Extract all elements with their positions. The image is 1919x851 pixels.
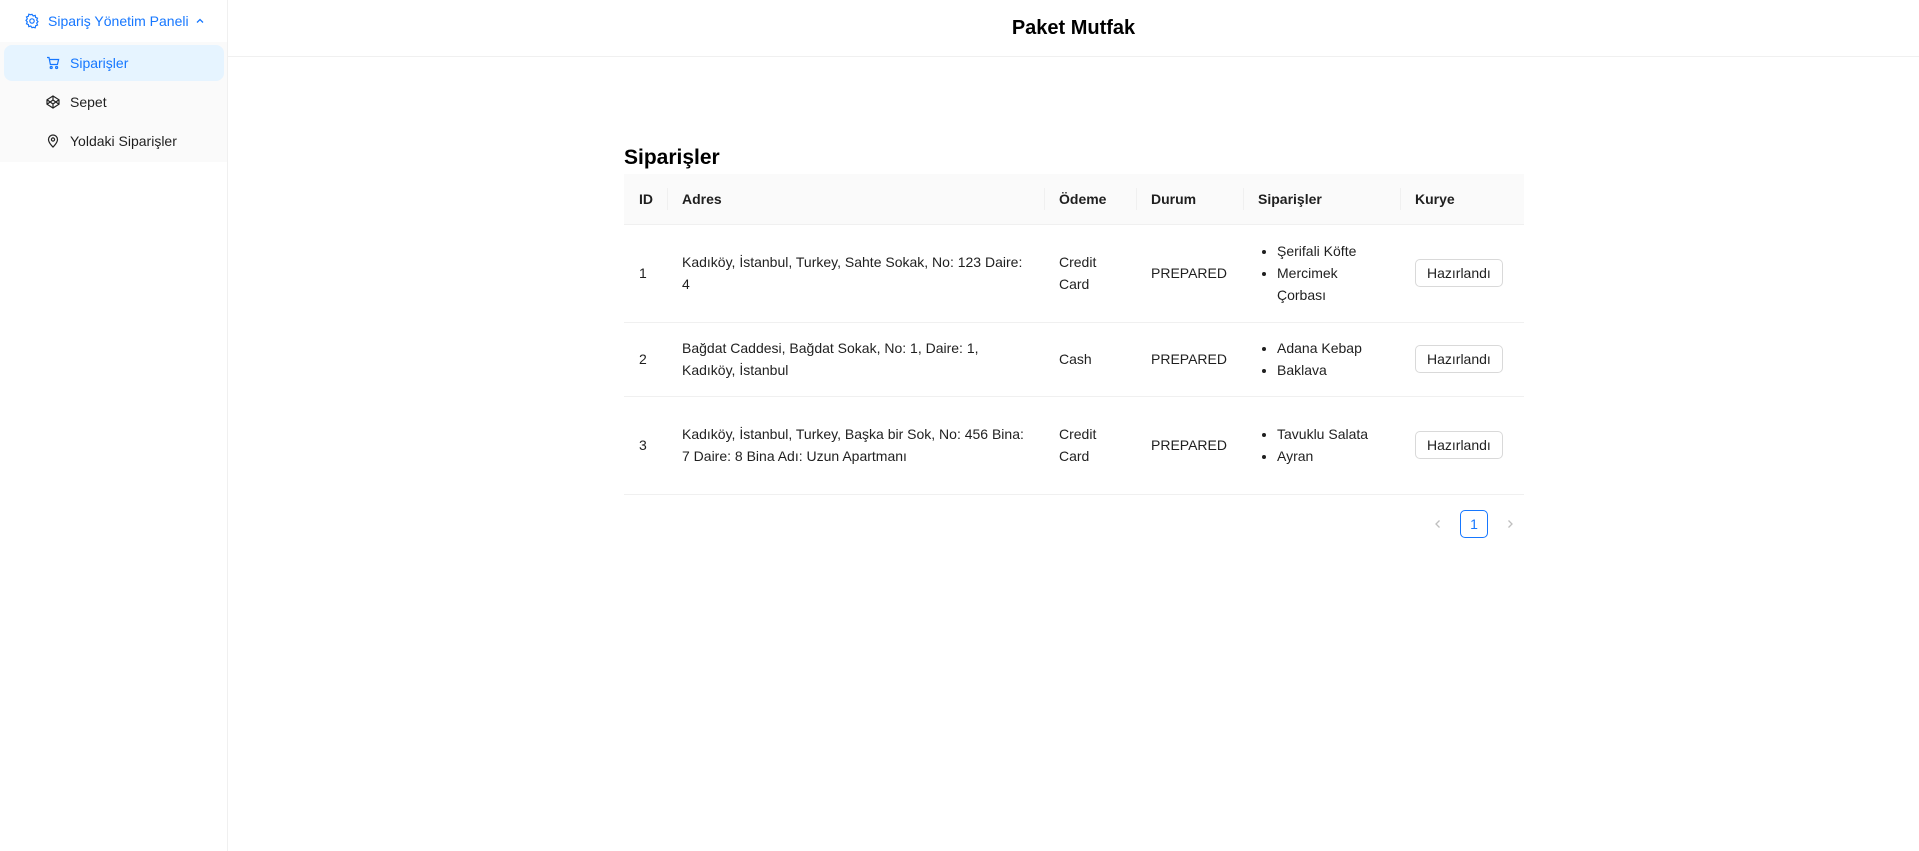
cell-address: Bağdat Caddesi, Bağdat Sokak, No: 1, Dai… — [667, 322, 1044, 397]
pagination: 1 — [1424, 510, 1524, 538]
pagination-prev-button[interactable] — [1424, 510, 1452, 538]
order-item: Tavuklu Salata — [1277, 423, 1385, 445]
cell-payment: Cash — [1044, 322, 1136, 397]
cell-items: Şerifali Köfte Mercimek Çorbası — [1243, 224, 1400, 323]
column-header-siparisler: Siparişler — [1243, 174, 1400, 225]
cell-status: PREPARED — [1136, 224, 1243, 323]
codepen-icon — [46, 95, 60, 109]
cell-address: Kadıköy, İstanbul, Turkey, Sahte Sokak, … — [667, 224, 1044, 323]
table-header-row: ID Adres Ödeme Durum Siparişler Kurye — [624, 174, 1524, 225]
location-icon — [46, 134, 60, 148]
sidebar-item-label: Siparişler — [70, 55, 129, 71]
app-title: Paket Mutfak — [1011, 16, 1136, 39]
table-row: 3 Kadıköy, İstanbul, Turkey, Başka bir S… — [624, 396, 1524, 495]
order-item: Şerifali Köfte — [1277, 240, 1385, 262]
cell-items: Tavuklu Salata Ayran — [1243, 396, 1400, 495]
orders-table: ID Adres Ödeme Durum Siparişler Kurye 1 … — [624, 174, 1524, 495]
submenu-items: Siparişler Sepet Yoldaki Siparişler — [0, 42, 227, 162]
hazirlandi-button[interactable]: Hazırlandı — [1415, 345, 1503, 373]
column-header-odeme: Ödeme — [1044, 174, 1136, 225]
cell-courier: Hazırlandı — [1400, 224, 1524, 323]
chevron-right-icon — [1508, 520, 1513, 528]
order-item: Baklava — [1277, 359, 1385, 381]
sidebar-item-label: Yoldaki Siparişler — [70, 133, 177, 149]
cell-courier: Hazırlandı — [1400, 322, 1524, 397]
page-title: Siparişler — [624, 146, 720, 169]
column-header-adres: Adres — [667, 174, 1044, 225]
column-header-durum: Durum — [1136, 174, 1243, 225]
cell-id: 1 — [624, 224, 667, 323]
cell-items: Adana Kebap Baklava — [1243, 322, 1400, 397]
cart-icon — [46, 56, 60, 70]
sidebar-item-yoldaki-siparisler[interactable]: Yoldaki Siparişler — [4, 123, 224, 159]
cell-status: PREPARED — [1136, 322, 1243, 397]
sidebar: Sipariş Yönetim Paneli Siparişler Sepet — [0, 0, 228, 851]
cell-id: 3 — [624, 396, 667, 495]
sidebar-item-label: Sepet — [70, 94, 107, 110]
cell-courier: Hazırlandı — [1400, 396, 1524, 495]
table-row: 1 Kadıköy, İstanbul, Turkey, Sahte Sokak… — [624, 224, 1524, 323]
order-item: Mercimek Çorbası — [1277, 262, 1385, 306]
cell-payment: Credit Card — [1044, 224, 1136, 323]
chevron-up-icon — [195, 16, 205, 26]
pagination-page-1[interactable]: 1 — [1460, 510, 1488, 538]
cell-payment: Credit Card — [1044, 396, 1136, 495]
column-header-kurye: Kurye — [1400, 174, 1524, 225]
pagination-next-button[interactable] — [1496, 510, 1524, 538]
cell-status: PREPARED — [1136, 396, 1243, 495]
sidebar-item-sepet[interactable]: Sepet — [4, 84, 224, 120]
column-header-id: ID — [624, 174, 667, 225]
cell-address: Kadıköy, İstanbul, Turkey, Başka bir Sok… — [667, 396, 1044, 495]
page-header: Paket Mutfak — [228, 0, 1919, 57]
chevron-left-icon — [1435, 520, 1440, 528]
cell-id: 2 — [624, 322, 667, 397]
order-item: Ayran — [1277, 445, 1385, 467]
submenu-title-label: Sipariş Yönetim Paneli — [48, 13, 189, 29]
sidebar-item-siparisler[interactable]: Siparişler — [4, 45, 224, 81]
hazirlandi-button[interactable]: Hazırlandı — [1415, 431, 1503, 459]
order-item: Adana Kebap — [1277, 337, 1385, 359]
table-row: 2 Bağdat Caddesi, Bağdat Sokak, No: 1, D… — [624, 322, 1524, 397]
gear-icon — [24, 13, 40, 29]
hazirlandi-button[interactable]: Hazırlandı — [1415, 259, 1503, 287]
submenu-siparis-yonetim[interactable]: Sipariş Yönetim Paneli — [0, 0, 227, 42]
